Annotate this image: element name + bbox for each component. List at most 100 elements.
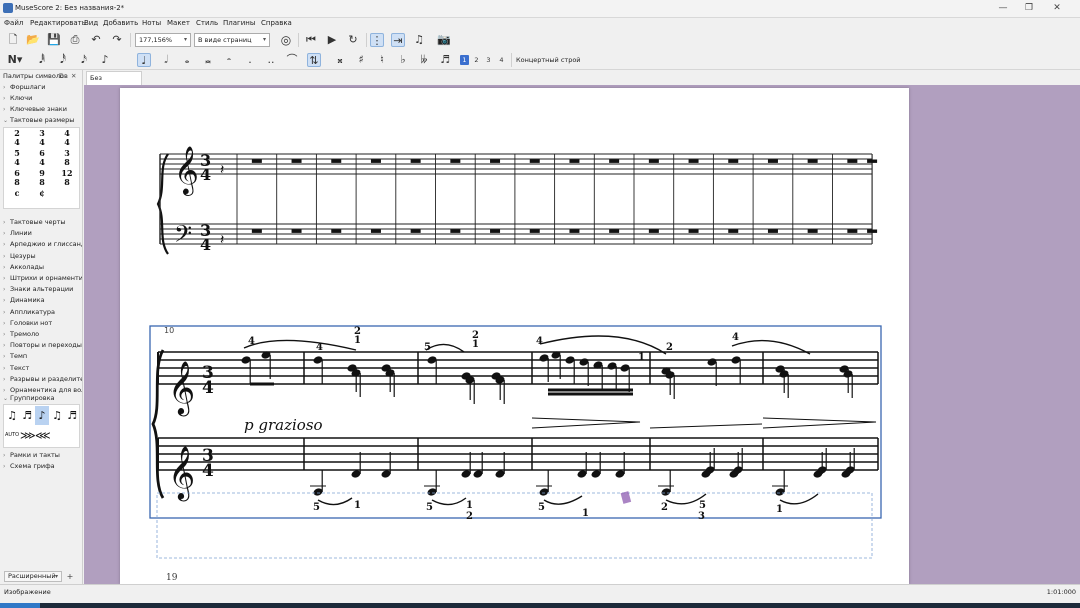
voice-2-button[interactable]: 2 (472, 55, 481, 65)
palette-section-item[interactable]: › Повторы и переходы (0, 340, 82, 351)
measure-rest[interactable] (648, 159, 659, 163)
measure-rest[interactable] (867, 159, 878, 163)
measure-rest[interactable] (450, 229, 461, 233)
new-file-icon[interactable]: 🗋 (6, 33, 20, 47)
image-capture-icon[interactable]: 📷 (437, 33, 451, 47)
flip-direction-icon[interactable]: ⇅ (307, 53, 321, 67)
double-dot-icon[interactable]: .. (264, 53, 278, 67)
beam-64th-icon[interactable]: ♬ (65, 406, 79, 425)
feathered-beam-right-icon[interactable]: ⋘ (35, 426, 51, 445)
palette-item-beam-properties[interactable]: ⌄ Группировка (0, 393, 82, 404)
measure-rest[interactable] (847, 159, 858, 163)
measure-rest[interactable] (251, 159, 262, 163)
palette-section-item[interactable]: › Головки нот (0, 318, 82, 329)
menu-help[interactable]: Справка (261, 19, 292, 27)
vertical-frame[interactable] (156, 492, 873, 559)
palette-section-item[interactable]: › Знаки альтерации (0, 284, 82, 295)
palette-section-item[interactable]: › Тактовые черты (0, 217, 82, 228)
close-icon[interactable]: ✕ (1044, 1, 1070, 16)
flat-icon[interactable]: ♭ (396, 53, 410, 67)
time-signature-cell[interactable]: 54 (5, 149, 29, 169)
time-signature-cell[interactable]: 24 (5, 129, 29, 149)
palette-item-key-signatures[interactable]: › Ключевые знаки (0, 104, 82, 115)
measure-rest[interactable] (847, 229, 858, 233)
tuplet-icon[interactable]: ♬ (438, 53, 452, 67)
open-folder-icon[interactable]: 📂 (26, 33, 40, 47)
play-icon[interactable]: ▶ (325, 33, 339, 47)
voice-3-button[interactable]: 3 (484, 55, 493, 65)
palette-item-clefs[interactable]: › Ключи (0, 93, 82, 104)
beam-middle-icon[interactable]: ♬ (20, 406, 34, 425)
menu-file[interactable]: Файл (4, 19, 23, 27)
measure-rest[interactable] (291, 229, 302, 233)
palette-item-time-signatures[interactable]: ⌄ Тактовые размеры (0, 115, 82, 126)
quarter-rest[interactable]: 𝄽 (220, 162, 224, 178)
palette-section-item[interactable]: › Аппликатура (0, 307, 82, 318)
double-sharp-icon[interactable]: 𝄪 (333, 53, 347, 67)
measure-rest[interactable] (767, 229, 778, 233)
float-panel-icon[interactable]: ⧉ (59, 72, 64, 81)
time-signature-denominator[interactable]: 4 (200, 165, 211, 184)
time-signature-cell[interactable]: 68 (5, 169, 29, 189)
treble-clef[interactable]: 𝄞 (174, 145, 199, 196)
menu-view[interactable]: Вид (84, 19, 98, 27)
sharp-icon[interactable]: ♯ (354, 53, 368, 67)
menu-plugins[interactable]: Плагины (223, 19, 255, 27)
natural-icon[interactable]: ♮ (375, 53, 389, 67)
measure-rest[interactable] (688, 229, 699, 233)
time-signature-cell[interactable]: 12 8 (55, 169, 79, 189)
measure-rest[interactable] (410, 229, 421, 233)
start-button[interactable] (0, 603, 40, 608)
time-signature-cell[interactable]: 64 (30, 149, 54, 169)
palette-section-item[interactable]: › Текст (0, 363, 82, 374)
measure-rest[interactable] (688, 159, 699, 163)
undo-icon[interactable]: ↶ (89, 33, 103, 47)
save-icon[interactable]: 💾 (47, 33, 61, 47)
palette-section-item[interactable]: › Динамика (0, 295, 82, 306)
duration-64th-icon[interactable]: 𝅘𝅥𝅱 (35, 53, 49, 67)
time-signature-cell[interactable]: 44 (55, 129, 79, 149)
minimize-icon[interactable]: — (990, 1, 1016, 16)
measure-rest[interactable] (807, 159, 818, 163)
measure-rest[interactable] (609, 159, 620, 163)
measure-rest[interactable] (648, 229, 659, 233)
measure-rest[interactable] (867, 229, 878, 233)
double-flat-icon[interactable]: 𝄫 (417, 53, 431, 67)
palette-item-grace-notes[interactable]: › Форшлаги (0, 82, 82, 93)
score-canvas[interactable]: 𝄞 𝄢 3 4 3 4 𝄽 𝄽 10 𝄞 𝄞 3 4 3 4 p grazios… (84, 85, 1080, 584)
repeat-playback-icon[interactable]: ⋮ (370, 33, 384, 47)
rest-icon[interactable]: 𝄼 (222, 53, 236, 67)
measure-rest[interactable] (728, 159, 739, 163)
menu-notes[interactable]: Ноты (142, 19, 161, 27)
palette-section-item[interactable]: › Тремоло (0, 329, 82, 340)
time-signature-denominator[interactable]: 4 (200, 235, 211, 254)
time-signature-cell[interactable]: c (5, 189, 29, 209)
measure-rest[interactable] (251, 229, 262, 233)
tie-icon[interactable]: ⌒ (285, 53, 299, 67)
duration-32nd-icon[interactable]: 𝅘𝅥𝅰 (56, 53, 70, 67)
palette-item-fretboard[interactable]: › Схема грифа (0, 461, 82, 472)
duration-half-icon[interactable]: 𝅗𝅥 (159, 53, 173, 67)
loop-icon[interactable]: ↻ (346, 33, 360, 47)
feathered-beam-left-icon[interactable]: ⋙ (20, 426, 36, 445)
measure-rest[interactable] (490, 159, 501, 163)
duration-whole-icon[interactable]: 𝅝 (180, 53, 194, 67)
measure-rest[interactable] (331, 229, 342, 233)
palette-section-item[interactable]: › Акколады (0, 262, 82, 273)
zoom-select[interactable]: 177,156% ▾ (135, 33, 191, 47)
palette-section-item[interactable]: › Линии (0, 228, 82, 239)
measure-rest[interactable] (529, 229, 540, 233)
palette-section-item[interactable]: › Штрихи и орнаментик (0, 273, 82, 284)
metronome-icon[interactable]: ♫ (412, 33, 426, 47)
no-beam-icon[interactable]: ♪ (35, 406, 49, 425)
redo-icon[interactable]: ↷ (110, 33, 124, 47)
bass-clef[interactable]: 𝄢 (174, 220, 192, 253)
duration-breve-icon[interactable]: 𝅜 (201, 53, 215, 67)
pan-score-icon[interactable]: ⇥ (391, 33, 405, 47)
palette-section-item[interactable]: › Арпеджио и глиссанди (0, 239, 82, 250)
rewind-icon[interactable]: ⏮ (304, 33, 318, 47)
measure-rest[interactable] (331, 159, 342, 163)
voice-1-button[interactable]: 1 (460, 55, 469, 65)
close-panel-icon[interactable]: ✕ (71, 72, 76, 80)
view-mode-select[interactable]: В виде страниц ▾ (194, 33, 270, 47)
